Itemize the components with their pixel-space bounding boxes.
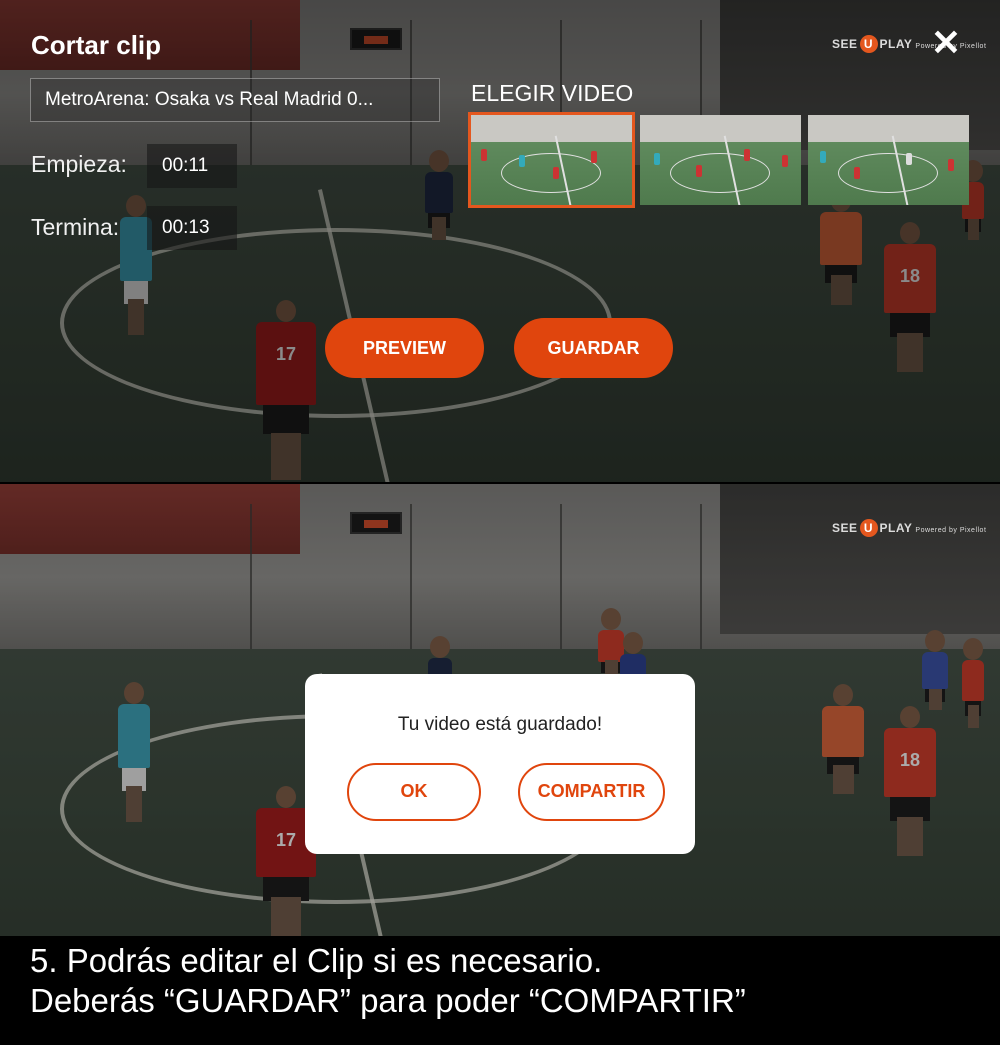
caption-line-2: Deberás “GUARDAR” para poder “COMPARTIR” bbox=[30, 982, 746, 1019]
ok-button[interactable]: OK bbox=[347, 763, 481, 821]
close-icon[interactable]: ✕ bbox=[930, 25, 962, 61]
seeuplay-logo: SEE U PLAY Powered by Pixellot bbox=[832, 35, 987, 53]
video-thumbnail-2[interactable] bbox=[640, 115, 801, 205]
preview-button[interactable]: PREVIEW bbox=[325, 318, 484, 378]
video-thumbnail-3[interactable] bbox=[808, 115, 969, 205]
caption-line-1: 5. Podrás editar el Clip si es necesario… bbox=[30, 942, 603, 979]
choose-video-label: ELEGIR VIDEO bbox=[471, 80, 634, 106]
seeuplay-logo: SEE U PLAY Powered by Pixellot bbox=[832, 519, 987, 537]
start-label: Empieza: bbox=[31, 151, 127, 177]
share-button[interactable]: COMPARTIR bbox=[518, 763, 665, 821]
dialog-message: Tu video está guardado! bbox=[397, 714, 603, 735]
end-label: Termina: bbox=[31, 214, 120, 240]
saved-dialog: Tu video está guardado! OK COMPARTIR bbox=[305, 674, 695, 854]
end-time-field[interactable]: 00:13 bbox=[147, 206, 237, 250]
instruction-caption: 5. Podrás editar el Clip si es necesario… bbox=[0, 936, 1000, 1045]
clip-editor-panel: 17 18 Cortar clip SEE U PLAY Powered by Pix… bbox=[0, 0, 1000, 482]
save-button[interactable]: GUARDAR bbox=[514, 318, 673, 378]
page-title: Cortar clip bbox=[31, 30, 162, 60]
video-selector[interactable]: MetroArena: Osaka vs Real Madrid 0... bbox=[30, 78, 440, 122]
video-thumbnail-1[interactable] bbox=[468, 112, 635, 208]
start-time-field[interactable]: 00:11 bbox=[147, 144, 237, 188]
